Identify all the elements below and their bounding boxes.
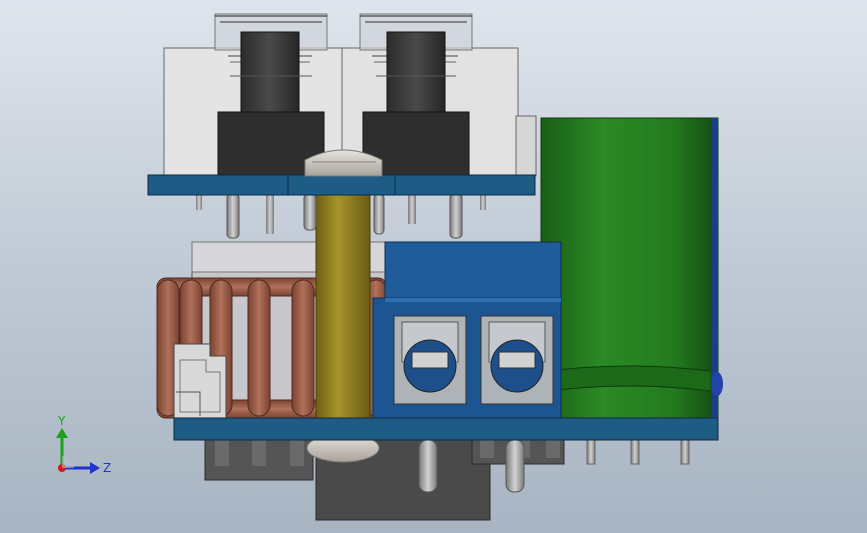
pcb-assembly-model[interactable] [0,0,867,533]
3d-viewport[interactable]: Y Z [0,0,867,533]
y-axis-label: Y [57,414,66,428]
electrolytic-capacitor [540,117,723,421]
top-pcb [147,174,536,196]
bottom-pcb [173,417,719,441]
brass-standoff [315,179,371,423]
z-axis-label: Z [103,461,111,475]
screw-terminal-1 [393,315,467,405]
screw-terminal-2 [480,315,554,405]
axis-triad: Y Z [40,410,130,490]
terminal-block [372,241,562,423]
